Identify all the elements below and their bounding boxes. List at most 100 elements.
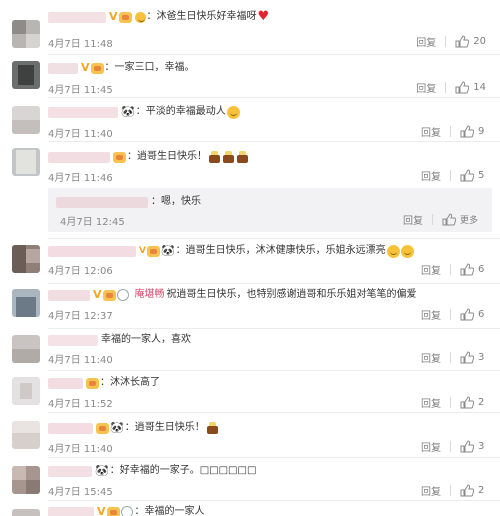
- level-badge-icon: [102, 289, 116, 301]
- thumbs-up-icon[interactable]: [455, 81, 470, 94]
- vote-label: 庵堪畅: [134, 289, 165, 300]
- comment-item: ：逍哥生日快乐！ 4月7日 11:46 回复 5 ：嗯，快乐 4月7日 12:4…: [0, 142, 500, 239]
- thumbs-up-icon[interactable]: [460, 351, 474, 364]
- comment-time: 4月7日 11:48: [48, 39, 113, 50]
- reply-button[interactable]: 回复: [421, 439, 441, 454]
- comment-item: 🐼 ：平淡的幸福最动人 4月7日 11:40 回复 9: [0, 98, 500, 141]
- reply-button[interactable]: 回复: [421, 483, 441, 498]
- username[interactable]: [48, 106, 118, 118]
- avatar[interactable]: [12, 61, 40, 89]
- smile-emoji-icon: [226, 105, 240, 119]
- comment-time: 4月7日 11:40: [48, 444, 113, 455]
- divider: [450, 170, 451, 181]
- divider: [450, 397, 451, 408]
- panda-icon: 🐼: [160, 244, 175, 257]
- username[interactable]: [48, 334, 98, 346]
- reply-button[interactable]: 回复: [416, 34, 436, 49]
- avatar[interactable]: [12, 106, 40, 134]
- thumbs-up-icon[interactable]: [460, 125, 474, 138]
- comment-time: 4月7日 15:45: [48, 487, 113, 498]
- panda-icon: 🐼: [110, 421, 124, 434]
- verified-v-icon: V: [109, 10, 118, 23]
- username[interactable]: [48, 465, 92, 477]
- level-badge-icon: [96, 422, 109, 434]
- thumbs-up-icon[interactable]: [460, 308, 474, 321]
- reply-button[interactable]: 回复: [421, 395, 441, 410]
- comment-text: ：逍哥生日快乐，沐沐健康快乐，乐姐永远漂亮: [175, 245, 386, 256]
- username[interactable]: [48, 245, 136, 257]
- comment-list: V ：沐爸生日快乐 好幸福呀 ♥ 4月7日 11:48 回复 20 V ：一家三…: [0, 0, 500, 516]
- comment-text: ：沐沐长高了: [100, 377, 160, 388]
- comment-text: ：好幸福的一家子。: [109, 465, 200, 476]
- comment-text: 幸福的一家人，喜欢: [101, 334, 191, 345]
- reply-button[interactable]: 回复: [403, 212, 423, 227]
- verified-v-icon: V: [139, 246, 146, 256]
- thumbs-up-icon[interactable]: [442, 213, 456, 226]
- like-count: 5: [478, 170, 485, 181]
- username[interactable]: [48, 151, 110, 163]
- username[interactable]: [48, 11, 106, 23]
- comment-text: ：平淡的幸福最动人: [135, 106, 226, 117]
- reply-button[interactable]: 回复: [421, 307, 441, 322]
- divider: [450, 126, 451, 137]
- smile-emoji-icon: [400, 244, 414, 258]
- like-count: 2: [478, 397, 485, 408]
- username[interactable]: [48, 506, 94, 516]
- username[interactable]: [48, 289, 90, 301]
- comment-time: 4月7日 11:45: [48, 85, 113, 96]
- comment-time: 4月7日 12:06: [48, 266, 113, 277]
- panda-icon: 🐼: [121, 105, 135, 118]
- avatar[interactable]: [12, 148, 40, 176]
- thumbs-up-icon[interactable]: [460, 484, 474, 497]
- username[interactable]: [48, 62, 78, 74]
- username[interactable]: [48, 377, 83, 389]
- thumbs-up-icon[interactable]: [455, 35, 470, 48]
- thumbs-up-icon[interactable]: [460, 440, 474, 453]
- divider: [445, 36, 447, 47]
- comment-item: V 🐼 ：逍哥生日快乐，沐沐健康快乐，乐姐永远漂亮 4月7日 12:06 回复 …: [0, 239, 500, 283]
- divider: [450, 309, 451, 320]
- verified-v-icon: V: [93, 288, 102, 301]
- reply-button[interactable]: 回复: [421, 168, 441, 183]
- level-badge-icon: [106, 506, 120, 516]
- comment-text: 祝逍哥生日快乐，也特别感谢逍哥和乐乐姐对笔笔的偏爱: [166, 289, 417, 300]
- avatar[interactable]: [12, 377, 40, 405]
- reply-button[interactable]: 回复: [421, 124, 441, 139]
- divider: [450, 485, 451, 496]
- comment-text: ：逍哥生日快乐！: [127, 151, 207, 162]
- reply-button[interactable]: 回复: [421, 262, 441, 277]
- cake-emoji-icon: [236, 151, 249, 163]
- avatar[interactable]: [12, 335, 40, 363]
- divider: [450, 441, 451, 452]
- thumbs-up-icon[interactable]: [460, 263, 474, 276]
- comment-item: 幸福的一家人，喜欢 4月7日 11:40 回复 3: [0, 329, 500, 371]
- comment-item: ：沐沐长高了 4月7日 11:52 回复 2: [0, 371, 500, 413]
- level-badge-icon: [113, 151, 126, 163]
- comment-time: 4月7日 12:37: [48, 311, 113, 322]
- comment-time: 4月7日 11:46: [48, 173, 113, 184]
- reply-username[interactable]: [56, 196, 148, 208]
- reply-button[interactable]: 回复: [421, 350, 441, 365]
- comment-text: ：一家三口: [104, 62, 155, 73]
- username[interactable]: [48, 422, 93, 434]
- level-badge-icon: [118, 11, 132, 23]
- comment-text: ：幸福的一家人: [134, 506, 205, 516]
- level-badge-icon: [146, 245, 160, 257]
- avatar[interactable]: [12, 245, 40, 273]
- like-count: 20: [473, 36, 486, 47]
- avatar[interactable]: [12, 421, 40, 449]
- comment-item: V ：幸福的一家人: [0, 501, 500, 516]
- avatar[interactable]: [12, 466, 40, 494]
- avatar[interactable]: [12, 509, 40, 516]
- avatar[interactable]: [12, 289, 40, 317]
- smile-emoji-icon: [386, 244, 400, 258]
- comment-item: V 庵堪畅 祝逍哥生日快乐，也特别感谢逍哥和乐乐姐对笔笔的偏爱 4月7日 12:…: [0, 284, 500, 328]
- like-count: 3: [478, 352, 485, 363]
- thumbs-up-icon[interactable]: [460, 169, 474, 182]
- thumbs-up-icon[interactable]: [460, 396, 474, 409]
- reply-button[interactable]: 回复: [416, 80, 436, 95]
- comment-text: ：逍哥生日快乐！: [124, 422, 205, 433]
- sub-reply-box: ：嗯，快乐 4月7日 12:45 回复 更多: [48, 188, 492, 232]
- avatar[interactable]: [12, 20, 40, 48]
- comment-item: 🐼 ：好幸福的一家子。 □□□□□□ 4月7日 15:45 回复 2: [0, 458, 500, 500]
